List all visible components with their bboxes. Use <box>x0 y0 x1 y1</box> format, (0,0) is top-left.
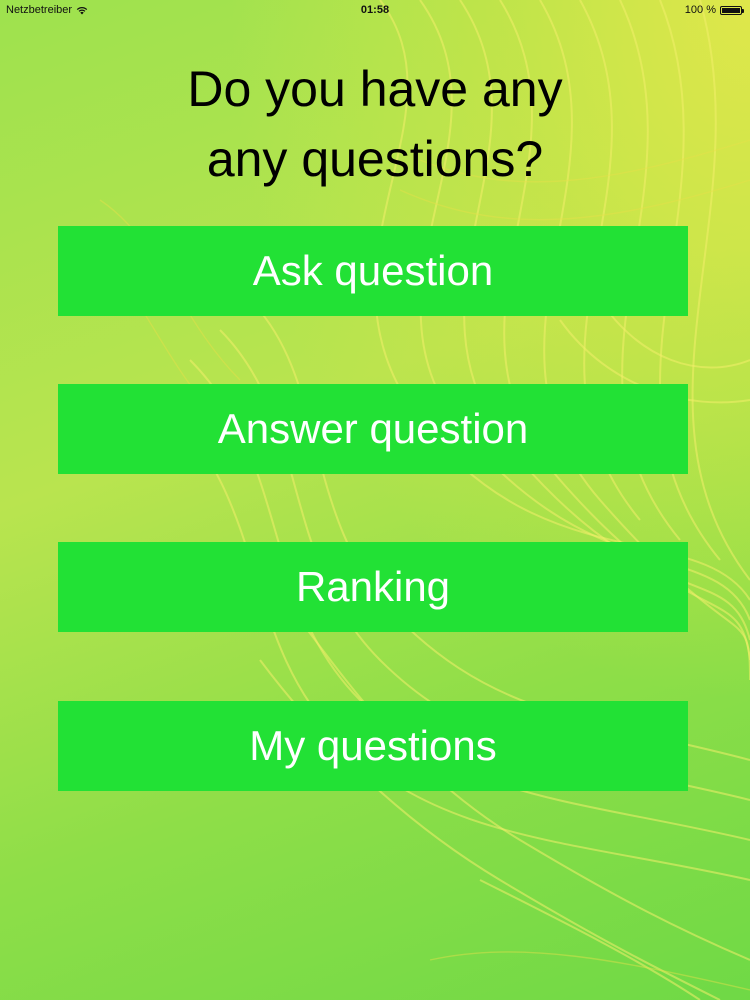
my-questions-button[interactable]: My questions <box>58 701 688 791</box>
answer-question-button[interactable]: Answer question <box>58 384 688 474</box>
status-battery-group: 100 % <box>684 4 744 16</box>
ask-question-button[interactable]: Ask question <box>58 226 688 316</box>
battery-icon <box>720 5 744 15</box>
page-title-line-2: any questions? <box>206 131 544 187</box>
ranking-button[interactable]: Ranking <box>58 542 688 632</box>
battery-percent: 100 % <box>684 4 716 16</box>
page-title-line-1: Do you have any <box>187 61 563 117</box>
status-bar: Netzbetreiber 01:58 100 % <box>0 0 750 22</box>
page-title: Do you have any any questions? <box>0 54 750 194</box>
status-time: 01:58 <box>360 4 390 16</box>
